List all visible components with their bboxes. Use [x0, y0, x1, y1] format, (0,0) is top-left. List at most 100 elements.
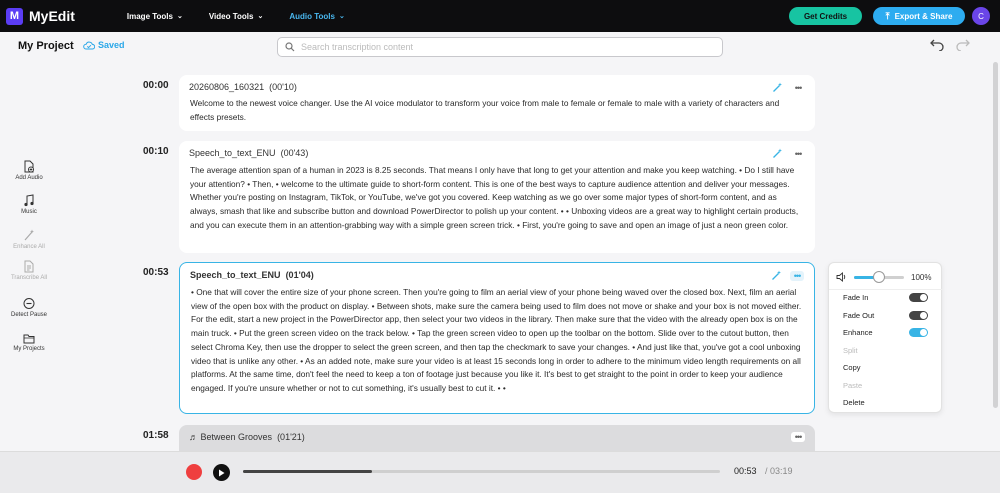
player-bar: 00:53 / 03:19	[0, 451, 1000, 493]
play-button[interactable]	[213, 464, 230, 481]
enhance-toggle[interactable]	[909, 328, 928, 337]
menu-item-split[interactable]: Split	[843, 346, 858, 355]
menu-item-enhance[interactable]: Enhance	[843, 328, 873, 337]
project-title[interactable]: My Project	[18, 40, 74, 52]
music-icon	[24, 194, 34, 207]
pause-icon	[23, 298, 35, 309]
sidebar-label: Detect Pause	[10, 312, 48, 318]
sidebar-item-music[interactable]: Music	[4, 194, 54, 216]
vertical-scrollbar[interactable]	[993, 62, 998, 408]
transcript-card-selected[interactable]: Speech_to_text_ENU (01'04) ••• • One tha…	[179, 262, 815, 414]
playback-progress-fill	[243, 470, 372, 473]
magic-wand-icon[interactable]	[771, 270, 782, 281]
clip-duration: (01'04)	[285, 270, 314, 280]
sidebar-item-transcribe-all[interactable]: Transcribe All	[4, 260, 54, 282]
undo-icon	[930, 39, 944, 52]
menu-item-copy[interactable]: Copy	[843, 363, 861, 372]
volume-slider-handle[interactable]	[873, 270, 885, 283]
redo-button[interactable]	[955, 38, 970, 56]
chevron-down-icon: ⌄	[338, 13, 345, 20]
search-icon	[285, 42, 295, 52]
search-input[interactable]	[301, 42, 701, 52]
search-bar[interactable]	[277, 37, 723, 57]
menu-item-fade-out[interactable]: Fade Out	[843, 311, 874, 320]
export-label: Export & Share	[894, 11, 953, 21]
nav-image-tools[interactable]: Image Tools ⌄	[127, 12, 183, 21]
menu-label: Delete	[843, 398, 865, 407]
clip-name: ♬ Between Grooves	[189, 432, 273, 442]
clip-timecode: 00:53	[143, 267, 169, 278]
volume-value: 100%	[911, 272, 932, 282]
menu-label: Copy	[843, 363, 861, 372]
sidebar-label: Music	[21, 209, 37, 215]
more-options-icon[interactable]: •••	[790, 270, 804, 281]
magic-wand-icon[interactable]	[772, 148, 783, 159]
volume-slider[interactable]	[854, 270, 904, 283]
menu-item-fade-in[interactable]: Fade In	[843, 293, 868, 302]
get-credits-button[interactable]: Get Credits	[789, 7, 862, 25]
current-time: 00:53	[734, 466, 757, 476]
transcribe-icon	[24, 260, 34, 273]
avatar[interactable]: C	[972, 7, 990, 25]
more-options-icon[interactable]: •••	[791, 83, 805, 93]
clip-tools: •••	[772, 148, 805, 159]
volume-control: 100%	[836, 270, 936, 284]
clip-context-menu: 100% Fade In Fade Out Enhance Split Copy…	[828, 262, 943, 413]
divider	[829, 289, 943, 290]
clip-transcript-text[interactable]: Welcome to the newest voice changer. Use…	[190, 97, 802, 124]
clip-timecode: 00:00	[143, 80, 169, 91]
fade-out-toggle[interactable]	[909, 311, 928, 320]
clip-tools: •••	[772, 82, 805, 93]
redo-icon	[956, 39, 970, 52]
more-options-icon[interactable]: •••	[791, 432, 805, 442]
play-icon	[219, 469, 225, 476]
top-bar: M MyEdit Image Tools ⌄ Video Tools ⌄ Aud…	[0, 0, 1000, 32]
export-share-button[interactable]: ⤒ Export & Share	[873, 7, 965, 25]
magic-wand-icon[interactable]	[772, 82, 783, 93]
nav-label: Audio Tools	[289, 11, 335, 21]
myedit-logo-icon: M	[6, 7, 23, 25]
app-logo[interactable]: M MyEdit	[6, 7, 75, 25]
record-button[interactable]	[186, 464, 202, 480]
clip-header: 20260806_160321 (00'10)	[189, 82, 297, 92]
nav-video-tools[interactable]: Video Tools ⌄	[209, 12, 263, 21]
sidebar-item-detect-pause[interactable]: Detect Pause	[4, 297, 54, 319]
upload-icon: ⤒	[885, 10, 890, 21]
sidebar-item-add-audio[interactable]: Add Audio	[4, 160, 54, 182]
clip-duration: (00'10)	[269, 82, 297, 92]
clip-name: Speech_to_text_ENU	[190, 270, 281, 280]
nav-label: Video Tools	[208, 11, 254, 21]
folder-icon	[23, 334, 35, 344]
total-time: / 03:19	[765, 466, 793, 476]
transcript-card[interactable]: 20260806_160321 (00'10) ••• Welcome to t…	[179, 75, 815, 131]
add-audio-icon	[24, 160, 34, 173]
sidebar-item-enhance-all[interactable]: Enhance All	[4, 229, 54, 251]
clip-timecode: 00:10	[143, 146, 169, 157]
fade-in-toggle[interactable]	[909, 293, 928, 302]
saved-label: Saved	[98, 40, 125, 50]
volume-icon[interactable]	[836, 272, 848, 282]
app-name: MyEdit	[29, 8, 75, 24]
sidebar-item-my-projects[interactable]: My Projects	[4, 333, 54, 353]
chevron-down-icon: ⌄	[176, 13, 183, 20]
transcript-card[interactable]: Speech_to_text_ENU (00'43) ••• The avera…	[179, 141, 815, 253]
clip-header: Speech_to_text_ENU (00'43)	[189, 148, 308, 158]
toggle-knob	[920, 312, 927, 319]
playback-progress[interactable]	[243, 470, 720, 473]
clip-timecode: 01:58	[143, 430, 169, 441]
menu-label: Fade Out	[843, 311, 875, 320]
undo-button[interactable]	[930, 38, 945, 56]
music-card[interactable]: ♬ Between Grooves (01'21) •••	[179, 425, 815, 451]
toggle-knob	[920, 329, 927, 336]
more-options-icon[interactable]: •••	[791, 149, 805, 159]
menu-item-paste[interactable]: Paste	[843, 381, 862, 390]
menu-label: Split	[843, 346, 858, 355]
clip-header: ♬ Between Grooves (01'21)	[189, 432, 305, 442]
clip-transcript-text[interactable]: The average attention span of a human in…	[190, 164, 802, 233]
sidebar-label: Add Audio	[15, 175, 43, 181]
clip-transcript-text[interactable]: • One that will cover the entire size of…	[191, 286, 803, 396]
menu-item-delete[interactable]: Delete	[843, 398, 865, 407]
sidebar-label: Enhance All	[13, 244, 45, 250]
magic-wand-icon	[24, 229, 34, 241]
nav-audio-tools[interactable]: Audio Tools ⌄	[289, 12, 345, 21]
